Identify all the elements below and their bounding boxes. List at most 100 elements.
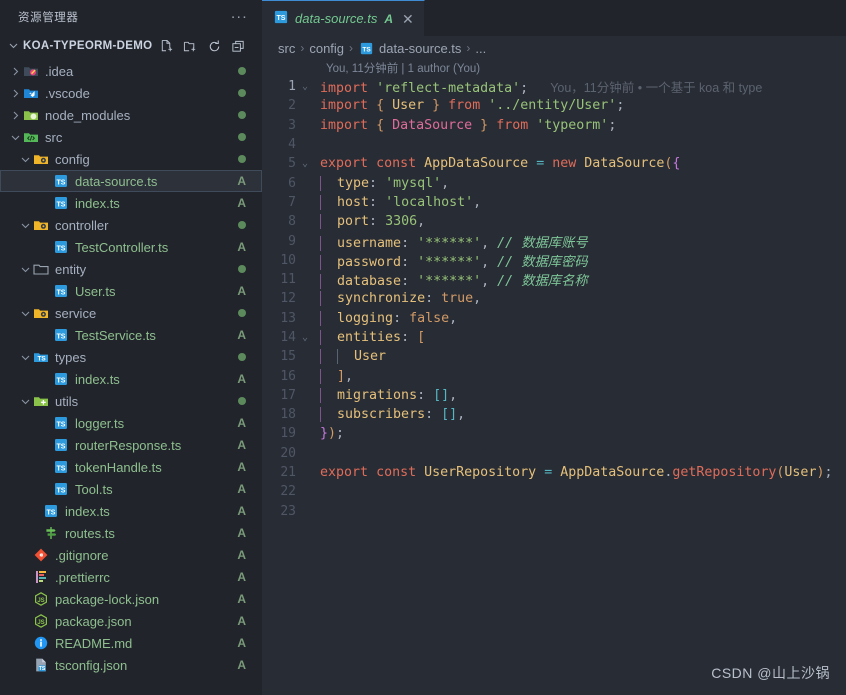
tree-item-package-lock-json[interactable]: JS package-lock.json A <box>0 588 262 610</box>
file-status-badge: A <box>237 328 246 342</box>
tree-item-user-ts[interactable]: TS User.ts A <box>0 280 262 302</box>
tree-item-testcontroller-ts[interactable]: TS TestController.ts A <box>0 236 262 258</box>
code-line[interactable]: 22 <box>262 482 846 501</box>
code-line[interactable]: 20 <box>262 444 846 463</box>
code-line[interactable]: 12 synchronize: true, <box>262 289 846 308</box>
tree-item-readme-md[interactable]: README.md A <box>0 632 262 654</box>
tree-item-tool-ts[interactable]: TS Tool.ts A <box>0 478 262 500</box>
tree-item-routes-ts[interactable]: routes.ts A <box>0 522 262 544</box>
line-content: entities: [ <box>314 330 425 345</box>
chevron-down-icon[interactable] <box>18 154 32 165</box>
chevron-down-icon[interactable] <box>18 396 32 407</box>
tree-item-package-json[interactable]: JS package.json A <box>0 610 262 632</box>
tree-item-label: entity <box>55 261 87 277</box>
line-number: 5 <box>288 156 296 172</box>
tree-item-src[interactable]: src <box>0 126 262 148</box>
tree-item-index-ts[interactable]: TS index.ts A <box>0 500 262 522</box>
code-line[interactable]: 19 }); <box>262 424 846 443</box>
fold-chevron-icon[interactable]: ⌄ <box>296 158 314 169</box>
breadcrumb-item-src[interactable]: src <box>278 41 295 56</box>
tree-item-prettierrc[interactable]: .prettierrc A <box>0 566 262 588</box>
watermark: CSDN @山上沙锅 <box>711 665 830 681</box>
tree-item-entity[interactable]: entity <box>0 258 262 280</box>
chevron-right-icon[interactable] <box>8 110 22 121</box>
ts-file-icon: TS <box>52 327 70 343</box>
tree-item-data-source-ts[interactable]: TS data-source.ts A <box>0 170 262 192</box>
chevron-down-icon[interactable] <box>18 352 32 363</box>
tree-item-logger-ts[interactable]: TS logger.ts A <box>0 412 262 434</box>
code-line[interactable]: 9 username: '******', // 数据库账号 <box>262 231 846 251</box>
code-line[interactable]: 11 database: '******', // 数据库名称 <box>262 270 846 290</box>
code-line[interactable]: 2 import { User } from '../entity/User'; <box>262 96 846 115</box>
code-line[interactable]: 1 ⌄ import 'reflect-metadata'; You，11分钟前 … <box>262 77 846 96</box>
code-line[interactable]: 7 host: 'localhost', <box>262 193 846 212</box>
project-root-row[interactable]: KOA-TYPEORM-DEMO <box>0 34 262 58</box>
close-icon[interactable]: ✕ <box>402 12 414 26</box>
code-line[interactable]: 4 <box>262 135 846 154</box>
code-editor[interactable]: 1 ⌄ import 'reflect-metadata'; You，11分钟前 … <box>262 76 846 695</box>
breadcrumb-item-symbol[interactable]: ... <box>475 41 486 56</box>
collapse-all-icon[interactable] <box>231 39 246 54</box>
code-line[interactable]: 16 ], <box>262 366 846 385</box>
tree-item-routerresponse-ts[interactable]: TS routerResponse.ts A <box>0 434 262 456</box>
tree-item-types[interactable]: TS types <box>0 346 262 368</box>
routes-file-icon <box>42 525 60 541</box>
tree-item-gitignore[interactable]: .gitignore A <box>0 544 262 566</box>
folder-node-icon <box>22 107 40 123</box>
tree-item-idea[interactable]: .idea <box>0 60 262 82</box>
vscode-window: 资源管理器 ... KOA-TYPEORM-DEMO .idea .vscode… <box>0 0 846 695</box>
svg-text:TS: TS <box>277 15 286 22</box>
tree-item-node-modules[interactable]: node_modules <box>0 104 262 126</box>
explorer-sidebar: 资源管理器 ... KOA-TYPEORM-DEMO .idea .vscode… <box>0 0 262 695</box>
code-line[interactable]: 6 type: 'mysql', <box>262 173 846 192</box>
tree-item-controller[interactable]: controller <box>0 214 262 236</box>
file-tree[interactable]: .idea .vscode node_modulessrc config TS data-… <box>0 58 262 695</box>
chevron-down-icon[interactable] <box>18 264 32 275</box>
tab-data-source-ts[interactable]: TS data-source.ts A ✕ <box>262 0 425 36</box>
tree-item-tsconfig-json[interactable]: TS tsconfig.json A <box>0 654 262 676</box>
new-folder-icon[interactable] <box>183 39 198 54</box>
breadcrumb-item-config[interactable]: config <box>309 41 344 56</box>
line-number: 10 <box>280 252 296 268</box>
code-line[interactable]: 5 ⌄ export const AppDataSource = new Dat… <box>262 154 846 173</box>
code-line[interactable]: 10 password: '******', // 数据库密码 <box>262 251 846 270</box>
tree-item-testservice-ts[interactable]: TS TestService.ts A <box>0 324 262 346</box>
tree-item-config[interactable]: config <box>0 148 262 170</box>
code-line[interactable]: 13 logging: false, <box>262 309 846 328</box>
explorer-overflow-icon[interactable]: ... <box>231 6 248 25</box>
breadcrumb-item-file[interactable]: data-source.ts <box>379 41 461 56</box>
chevron-down-icon[interactable] <box>8 39 19 54</box>
refresh-icon[interactable] <box>207 39 222 54</box>
code-line[interactable]: 14 ⌄ entities: [ <box>262 328 846 347</box>
line-number: 8 <box>288 214 296 230</box>
tree-item-service[interactable]: service <box>0 302 262 324</box>
fold-chevron-icon[interactable]: ⌄ <box>296 332 314 343</box>
code-line[interactable]: 17 migrations: [], <box>262 386 846 405</box>
code-line[interactable]: 18 subscribers: [], <box>262 405 846 424</box>
chevron-right-icon[interactable] <box>8 88 22 99</box>
code-line[interactable]: 15 User <box>262 347 846 366</box>
tree-item-tokenhandle-ts[interactable]: TS tokenHandle.ts A <box>0 456 262 478</box>
folder-config-icon <box>32 217 50 233</box>
chevron-down-icon[interactable] <box>18 308 32 319</box>
folder-status-dot <box>238 309 246 317</box>
chevron-down-icon[interactable] <box>18 220 32 231</box>
svg-text:TS: TS <box>57 245 66 252</box>
tree-item-index-ts[interactable]: TS index.ts A <box>0 368 262 390</box>
folder-status-dot <box>238 89 246 97</box>
chevron-right-icon[interactable] <box>8 66 22 77</box>
fold-chevron-icon[interactable]: ⌄ <box>296 81 314 92</box>
tree-item-vscode[interactable]: .vscode <box>0 82 262 104</box>
chevron-down-icon[interactable] <box>8 132 22 143</box>
new-file-icon[interactable] <box>159 39 174 54</box>
tree-item-index-ts[interactable]: TS index.ts A <box>0 192 262 214</box>
breadcrumb-separator: › <box>300 41 305 55</box>
code-line[interactable]: 8 port: 3306, <box>262 212 846 231</box>
tree-item-utils[interactable]: utils <box>0 390 262 412</box>
code-line[interactable]: 23 <box>262 502 846 521</box>
svg-text:TS: TS <box>57 443 66 450</box>
code-line[interactable]: 21 export const UserRepository = AppData… <box>262 463 846 482</box>
breadcrumb: src › config › TS data-source.ts › ... <box>262 36 846 60</box>
tree-item-label: src <box>45 129 63 145</box>
code-line[interactable]: 3 import { DataSource } from 'typeorm'; <box>262 116 846 135</box>
